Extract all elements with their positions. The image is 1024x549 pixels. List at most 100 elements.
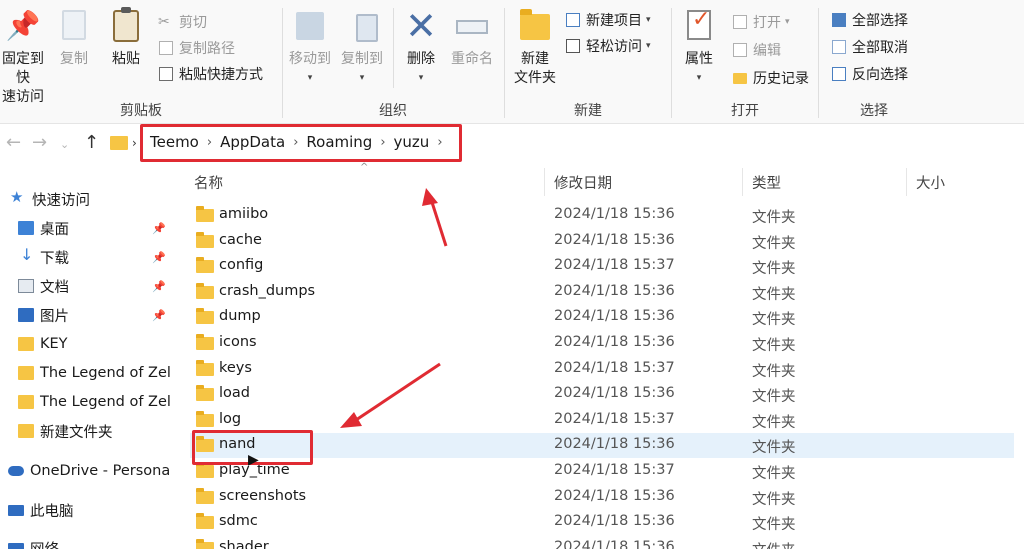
nav-item-key[interactable]: KEY <box>18 331 170 357</box>
easy-access-label: 轻松访问 <box>586 39 642 55</box>
breadcrumb-item[interactable]: AppData <box>220 133 285 151</box>
nav-item-label: 图片 <box>40 308 69 325</box>
table-row[interactable]: config 2024/1/18 15:37 文件夹 <box>190 254 1014 279</box>
nav-item-label: 网络 <box>30 538 59 549</box>
paste-button[interactable]: 粘贴 <box>106 7 146 69</box>
nav-item-downloads[interactable]: 下载 <box>18 244 170 270</box>
breadcrumb-item[interactable]: yuzu <box>394 133 430 151</box>
column-header-name[interactable]: 名称 <box>194 172 223 193</box>
column-header-type[interactable]: 类型 <box>752 172 781 193</box>
paste-shortcut-button[interactable]: 粘贴快捷方式 <box>158 62 263 86</box>
rename-button[interactable]: 重命名 <box>447 8 497 69</box>
table-row[interactable]: nand 2024/1/18 15:36 文件夹 <box>190 433 1014 459</box>
column-header-date[interactable]: 修改日期 <box>554 172 612 193</box>
column-separator[interactable] <box>906 168 907 196</box>
nav-item-onedrive[interactable]: OneDrive - Persona <box>8 458 170 484</box>
file-type: 文件夹 <box>752 312 796 329</box>
table-row[interactable]: shader 2024/1/18 15:36 文件夹 <box>190 536 1014 549</box>
folder-icon <box>196 257 214 274</box>
select-all-button[interactable]: 全部选择 <box>831 8 908 32</box>
nav-item-label: 桌面 <box>40 221 69 238</box>
new-item-button[interactable]: 新建项目 ▾ <box>565 8 651 32</box>
this-pc-icon <box>8 504 24 516</box>
breadcrumb-chevron-icon[interactable]: › <box>293 135 298 150</box>
table-row[interactable]: crash_dumps 2024/1/18 15:36 文件夹 <box>190 280 1014 305</box>
nav-item-network[interactable]: 网络 <box>8 535 170 549</box>
pin-icon: 📌 <box>152 280 166 293</box>
nav-item-zelda-2[interactable]: The Legend of Zelc <box>18 389 170 415</box>
delete-button[interactable]: ✕ 删除 ▾ <box>401 7 441 88</box>
folder-icon <box>18 424 34 438</box>
table-row[interactable]: screenshots 2024/1/18 15:36 文件夹 <box>190 485 1014 510</box>
nav-item-documents[interactable]: 文档 <box>18 273 170 299</box>
nav-item-this-pc[interactable]: 此电脑 <box>8 497 170 523</box>
table-row[interactable]: load 2024/1/18 15:36 文件夹 <box>190 382 1014 407</box>
properties-button[interactable]: 属性▾ <box>678 8 720 88</box>
clipboard-icon <box>108 7 144 44</box>
table-row[interactable]: cache 2024/1/18 15:36 文件夹 <box>190 229 1014 254</box>
folder-icon <box>196 513 214 530</box>
pin-quick-access-button[interactable]: 📌 固定到快 速访问 <box>0 8 50 107</box>
breadcrumb[interactable]: Teemo › AppData › Roaming › yuzu › <box>150 133 451 151</box>
rename-label: 重命名 <box>451 51 493 67</box>
nav-item-zelda-1[interactable]: The Legend of Zelc <box>18 360 170 386</box>
ribbon: 📌 固定到快 速访问 复制 粘贴 ✂ 剪切 复制路径 粘贴快捷方式 剪贴板 移动… <box>0 0 1024 124</box>
new-folder-button[interactable]: 新建 文件夹 <box>511 8 559 88</box>
copy-button[interactable]: 复制 <box>54 8 94 69</box>
folder-icon <box>196 334 214 350</box>
nav-item-quick-access[interactable]: 快速访问 <box>10 186 170 212</box>
nav-item-pictures[interactable]: 图片 <box>18 302 170 328</box>
cut-button[interactable]: ✂ 剪切 <box>158 10 207 34</box>
star-icon <box>10 188 26 206</box>
copy-to-button[interactable]: 复制到 ▾ <box>337 8 387 88</box>
table-row[interactable]: keys 2024/1/18 15:37 文件夹 <box>190 357 1014 382</box>
select-none-icon <box>831 39 847 55</box>
select-all-label: 全部选择 <box>852 13 908 29</box>
nav-item-desktop[interactable]: 桌面 <box>18 215 170 241</box>
open-group: 属性▾ 打开▾ 编辑 历史记录 打开 <box>672 0 818 124</box>
file-name: log <box>219 410 242 427</box>
select-none-button[interactable]: 全部取消 <box>831 35 908 59</box>
table-row[interactable]: amiibo 2024/1/18 15:36 文件夹 <box>190 203 1014 228</box>
navigation-pane: 快速访问 桌面 📌 下载 📌 文档 📌 图片 📌 KEY The Legend … <box>0 186 170 549</box>
new-folder-icon <box>517 8 553 44</box>
download-icon <box>18 245 34 264</box>
up-arrow-icon[interactable]: ↑ <box>84 132 99 153</box>
breadcrumb-item[interactable]: Roaming <box>306 133 372 151</box>
recent-locations-chevron-icon[interactable]: ⌄ <box>60 138 69 151</box>
folder-icon <box>18 337 34 351</box>
easy-access-button[interactable]: 轻松访问 ▾ <box>565 34 651 58</box>
file-name: keys <box>219 359 252 376</box>
file-name: cache <box>219 231 262 248</box>
pin-icon: 📌 <box>5 9 41 42</box>
breadcrumb-chevron-icon[interactable]: › <box>207 135 212 150</box>
nav-item-new-folder[interactable]: 新建文件夹 <box>18 418 170 444</box>
breadcrumb-chevron-icon[interactable]: › <box>380 135 385 150</box>
file-type: 文件夹 <box>752 235 796 252</box>
table-row[interactable]: sdmc 2024/1/18 15:36 文件夹 <box>190 510 1014 535</box>
forward-arrow-icon[interactable]: → <box>32 132 47 153</box>
breadcrumb-item[interactable]: Teemo <box>150 133 199 151</box>
open-button[interactable]: 打开 ▾ <box>732 10 790 34</box>
invert-selection-button[interactable]: 反向选择 <box>831 62 908 86</box>
breadcrumb-chevron-icon[interactable]: › <box>437 135 442 150</box>
folder-icon <box>196 231 214 248</box>
column-header-size[interactable]: 大小 <box>916 172 945 193</box>
history-button[interactable]: 历史记录 <box>732 66 809 90</box>
column-separator[interactable] <box>742 168 743 196</box>
table-row[interactable]: log 2024/1/18 15:37 文件夹 <box>190 408 1014 433</box>
documents-icon <box>18 279 34 293</box>
copy-path-icon <box>158 40 174 56</box>
pictures-icon <box>18 308 34 322</box>
table-row[interactable]: play_time 2024/1/18 15:37 文件夹 <box>190 459 1014 484</box>
copy-to-icon <box>344 8 380 44</box>
select-group: 全部选择 全部取消 反向选择 选择 <box>819 0 929 124</box>
table-row[interactable]: icons 2024/1/18 15:36 文件夹 <box>190 331 1014 356</box>
column-separator[interactable] <box>544 168 545 196</box>
edit-button[interactable]: 编辑 <box>732 38 781 62</box>
select-none-label: 全部取消 <box>852 40 908 56</box>
copy-path-button[interactable]: 复制路径 <box>158 36 235 60</box>
table-row[interactable]: dump 2024/1/18 15:36 文件夹 <box>190 305 1014 330</box>
move-to-button[interactable]: 移动到 ▾ <box>285 8 335 88</box>
back-arrow-icon[interactable]: ← <box>6 132 21 153</box>
